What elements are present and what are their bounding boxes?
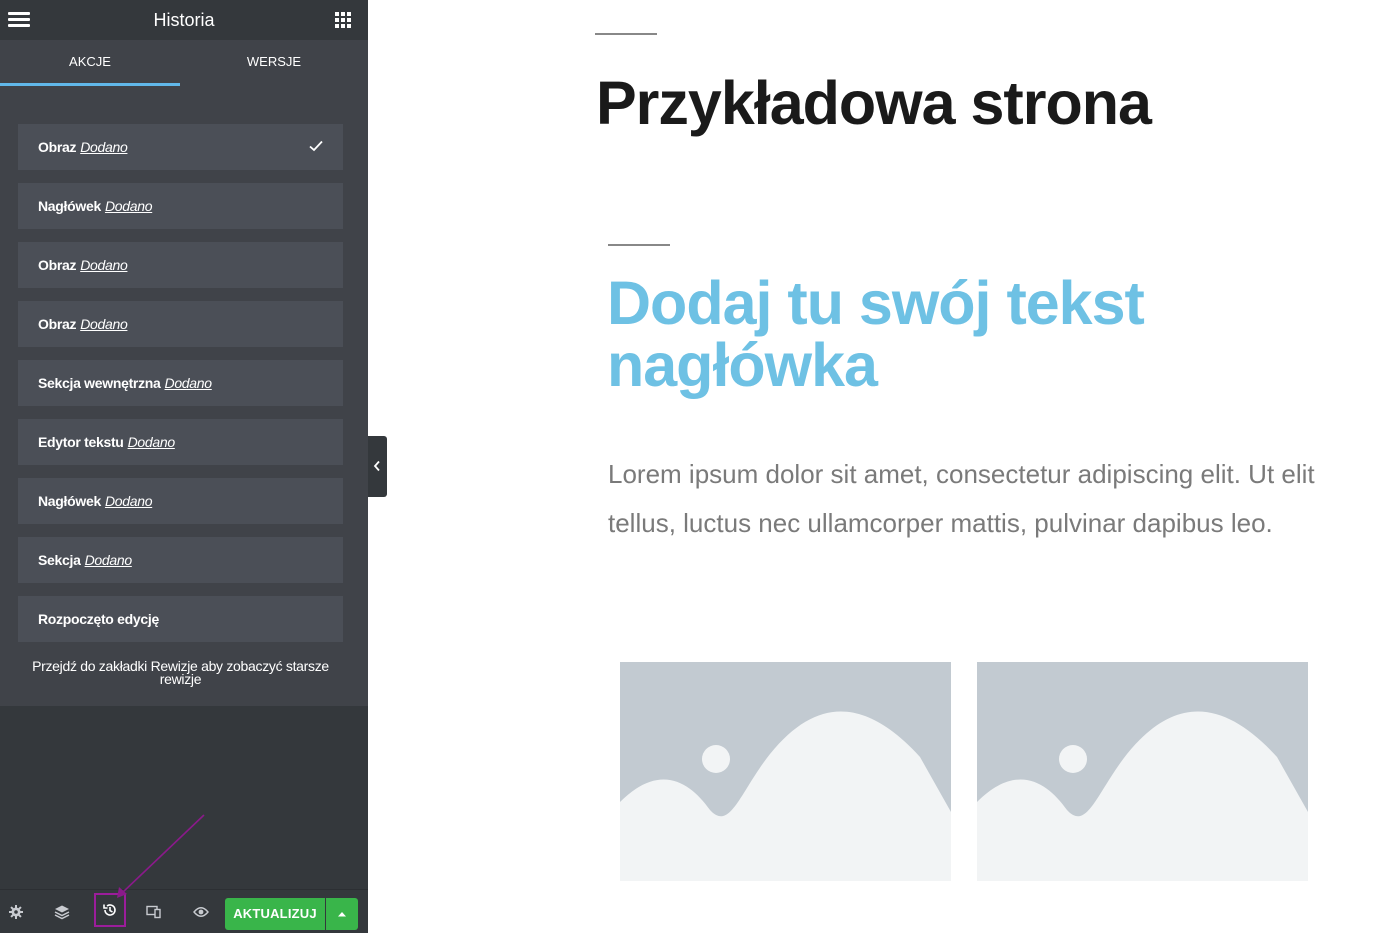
history-list: Obraz Dodano Nagłówek Dodano Obraz Dodano O…: [0, 86, 368, 706]
history-item-element: Sekcja wewnętrzna: [38, 375, 161, 391]
history-item-action: Dodano: [164, 375, 213, 391]
divider: [608, 244, 670, 246]
responsive-mode-button[interactable]: [131, 890, 177, 934]
divider: [595, 33, 657, 35]
history-item-element: Nagłówek: [38, 198, 101, 214]
history-item-element: Obraz: [38, 257, 77, 273]
panel-title: Historia: [153, 10, 215, 30]
chevron-left-icon: [373, 460, 380, 472]
history-icon: [103, 904, 116, 916]
history-item[interactable]: Sekcja wewnętrzna Dodano: [18, 360, 343, 406]
image-placeholder-icon: [977, 711, 1308, 881]
history-tabs: AKCJE WERSJE: [0, 40, 368, 86]
history-item-action: Dodano: [80, 316, 128, 332]
history-item-action: Dodano: [80, 257, 128, 273]
image-placeholder-icon: [620, 711, 951, 881]
heading-widget[interactable]: Dodaj tu swój tekst nagłówka: [607, 272, 1247, 396]
history-item[interactable]: Edytor tekstu Dodano: [18, 419, 343, 465]
tab-actions[interactable]: AKCJE: [0, 40, 180, 86]
text-editor-widget[interactable]: Lorem ipsum dolor sit amet, consectetur …: [608, 450, 1338, 548]
history-item[interactable]: Nagłówek Dodano: [18, 478, 343, 524]
history-item-element: Edytor tekstu: [38, 434, 124, 450]
layers-icon: [54, 905, 70, 920]
history-item-action: Dodano: [84, 552, 133, 568]
history-item-element: Rozpoczęto edycję: [38, 611, 159, 627]
panel-header: Historia: [0, 0, 368, 40]
navigator-button[interactable]: [39, 890, 85, 934]
page-title: Przykładowa strona: [596, 69, 1152, 137]
save-options-button[interactable]: [326, 898, 358, 930]
history-item[interactable]: Obraz Dodano: [18, 124, 343, 170]
history-item-action: Dodano: [104, 493, 153, 509]
caret-up-icon: [338, 912, 346, 917]
history-item[interactable]: Obraz Dodano: [18, 301, 343, 347]
widgets-grid-icon[interactable]: [335, 12, 352, 29]
history-item-element: Nagłówek: [38, 493, 101, 509]
bottom-toolbar: AKTUALIZUJ: [0, 889, 368, 933]
collapse-panel-button[interactable]: [368, 436, 387, 497]
check-icon: [309, 140, 323, 152]
image-placeholder[interactable]: [977, 662, 1308, 881]
settings-button[interactable]: [0, 890, 39, 934]
history-item-action: Dodano: [127, 434, 176, 450]
revisions-hint: Przejdź do zakładki Rewizje aby zobaczyć…: [32, 658, 329, 687]
history-item-element: Obraz: [38, 316, 77, 332]
history-item-element: Obraz: [38, 139, 77, 155]
history-item[interactable]: Nagłówek Dodano: [18, 183, 343, 229]
history-button[interactable]: [94, 893, 126, 927]
history-item[interactable]: Obraz Dodano: [18, 242, 343, 288]
eye-icon: [193, 907, 209, 917]
editor-panel: Historia AKCJE WERSJE Obraz Dodano Nagłów…: [0, 0, 368, 933]
history-item-element: Sekcja: [38, 552, 81, 568]
gear-icon: [9, 905, 23, 919]
history-item[interactable]: Sekcja Dodano: [18, 537, 343, 583]
image-placeholder[interactable]: [620, 662, 951, 881]
responsive-icon: [146, 905, 161, 919]
tab-revisions[interactable]: WERSJE: [180, 40, 368, 86]
history-item[interactable]: Rozpoczęto edycję: [18, 596, 343, 642]
preview-button[interactable]: [178, 890, 224, 934]
update-button[interactable]: AKTUALIZUJ: [225, 898, 325, 930]
history-item-action: Dodano: [80, 139, 128, 155]
history-item-action: Dodano: [104, 198, 153, 214]
